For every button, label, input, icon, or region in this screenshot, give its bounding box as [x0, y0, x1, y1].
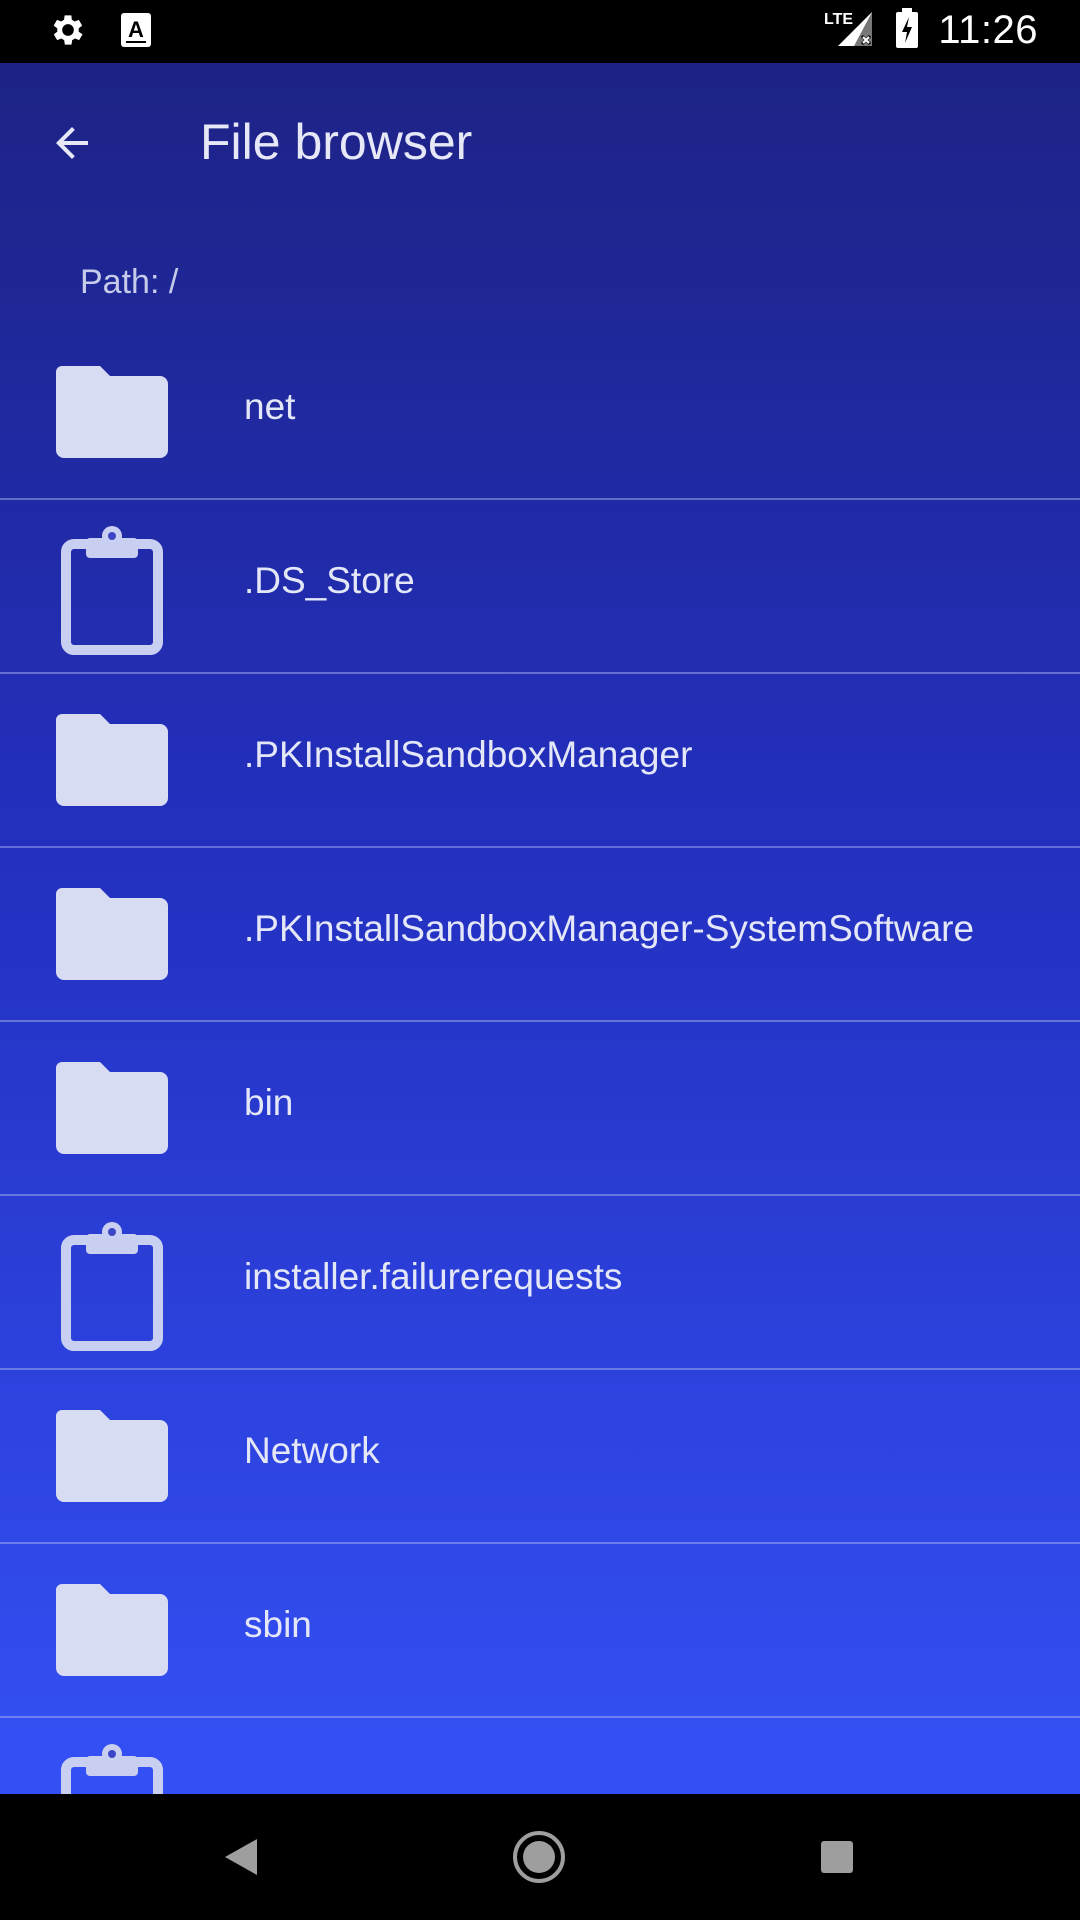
folder-icon: [56, 1062, 168, 1154]
nav-recents-button[interactable]: [802, 1822, 872, 1892]
file-name: installer.failurerequests: [244, 1256, 623, 1297]
file-name: .DS_Store: [244, 560, 415, 601]
file-list-item[interactable]: .PKInstallSandboxManager-SystemSoftware: [0, 848, 1080, 1022]
file-name: .PKInstallSandboxManager-SystemSoftware: [244, 908, 975, 949]
file-name: bin: [244, 1082, 294, 1123]
file-list-item[interactable]: .DS_Store: [0, 500, 1080, 674]
file-list: net .DS_Store .PKInstallSandboxManager .PKI…: [0, 326, 1080, 1794]
file-list-item[interactable]: .PKInstallSandboxManager: [0, 674, 1080, 848]
folder-icon: [56, 1584, 168, 1676]
main-content: File browser Path: / net .DS_Store .PKInst…: [0, 63, 1080, 1794]
arrow-back-icon: [56, 127, 88, 159]
home-circle-icon: [513, 1831, 565, 1883]
svg-text:A: A: [128, 17, 144, 42]
navigation-bar: [0, 1794, 1080, 1920]
file-list-item[interactable]: Network: [0, 1370, 1080, 1544]
app-bar: File browser: [0, 63, 1080, 221]
folder-icon: [56, 714, 168, 806]
folder-icon: [56, 366, 168, 458]
file-list-item[interactable]: [0, 1718, 1080, 1794]
path-label: Path: /: [80, 263, 179, 301]
file-name: sbin: [244, 1604, 312, 1645]
folder-icon: [56, 888, 168, 980]
clipboard-file-icon: [56, 526, 168, 655]
file-name: Network: [244, 1430, 380, 1471]
file-list-item[interactable]: sbin: [0, 1544, 1080, 1718]
status-time: 11:26: [938, 8, 1038, 52]
file-list-item[interactable]: bin: [0, 1022, 1080, 1196]
battery-charging-icon: [894, 6, 920, 55]
folder-icon: [56, 1410, 168, 1502]
screen: A LTE 11:26 File browser Path: / net .DS…: [0, 0, 1080, 1920]
clipboard-file-icon: [56, 1222, 168, 1351]
page-title: File browser: [200, 114, 473, 170]
lte-signal-icon: LTE: [824, 6, 876, 55]
recents-square-icon: [821, 1841, 853, 1873]
svg-text:LTE: LTE: [824, 11, 853, 28]
file-name: .PKInstallSandboxManager: [244, 734, 693, 775]
status-bar: A LTE 11:26: [0, 0, 1080, 63]
clipboard-file-icon: [56, 1744, 168, 1794]
status-left-icons: A: [48, 10, 152, 55]
status-right-icons: LTE 11:26: [824, 6, 1038, 55]
back-triangle-icon: [225, 1839, 257, 1875]
file-list-item[interactable]: net: [0, 326, 1080, 500]
file-list-item[interactable]: installer.failurerequests: [0, 1196, 1080, 1370]
settings-icon: [48, 10, 88, 55]
nav-home-button[interactable]: [504, 1822, 574, 1892]
keyboard-a-icon: A: [120, 12, 152, 53]
back-button[interactable]: [36, 107, 108, 179]
file-name: net: [244, 386, 296, 427]
nav-back-button[interactable]: [206, 1822, 276, 1892]
